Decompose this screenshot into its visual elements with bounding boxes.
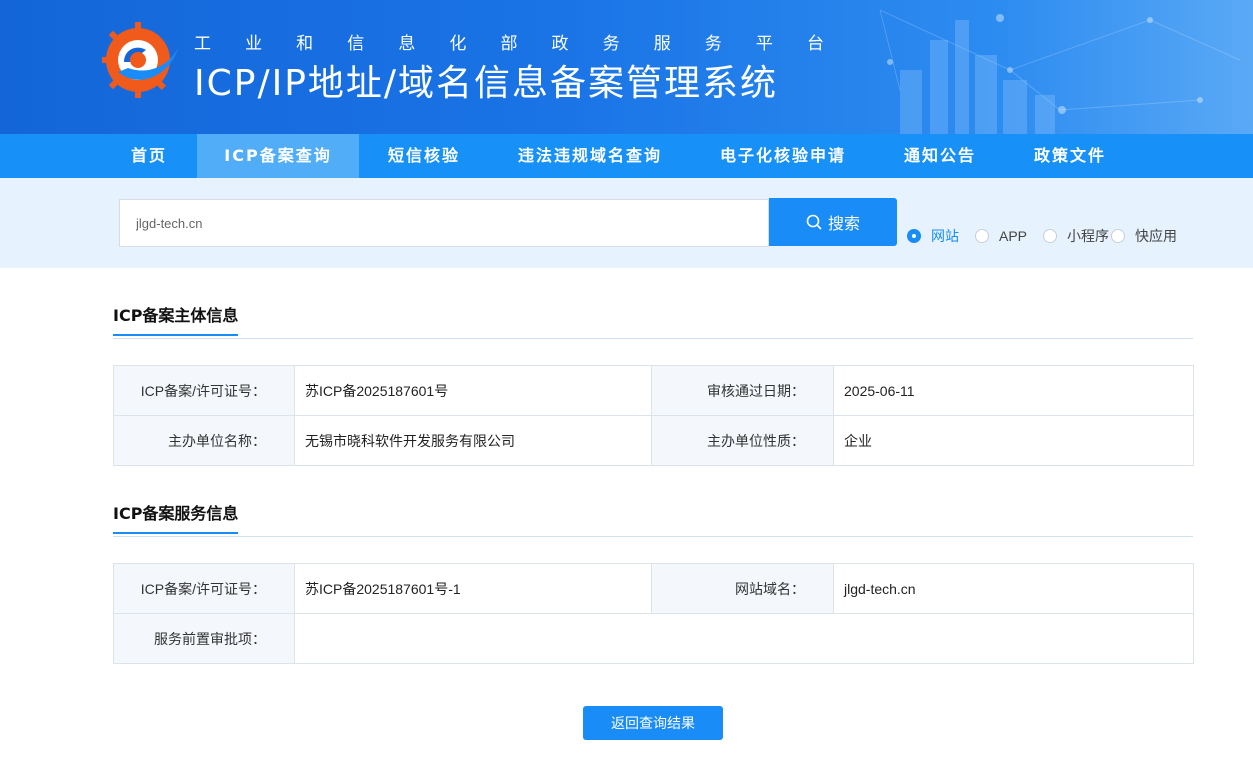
- nav-item-e-verify[interactable]: 电子化核验申请: [702, 134, 864, 178]
- pre-approval-label: 服务前置审批项：: [113, 613, 295, 664]
- table-row: ICP备案/许可证号： 苏ICP备2025187601号-1 网站域名： jlg…: [113, 563, 1194, 614]
- pre-approval-value: [294, 613, 1194, 664]
- subject-info-table: ICP备案/许可证号： 苏ICP备2025187601号 审核通过日期： 202…: [113, 365, 1194, 466]
- header-banner: 工 业 和 信 息 化 部 政 务 服 务 平 台 ICP/IP地址/域名信息备…: [0, 0, 1253, 134]
- nav-item-icp-query[interactable]: ICP备案查询: [197, 134, 359, 178]
- system-title: ICP/IP地址/域名信息备案管理系统: [194, 63, 779, 104]
- divider: [113, 536, 1193, 537]
- license-value: 苏ICP备2025187601号: [294, 365, 652, 416]
- back-to-results-button[interactable]: 返回查询结果: [583, 706, 723, 740]
- subject-info-title: ICP备案主体信息: [113, 302, 239, 336]
- service-info-title: ICP备案服务信息: [113, 500, 239, 534]
- license-label: ICP备案/许可证号：: [113, 365, 295, 416]
- divider: [113, 338, 1193, 339]
- table-row: 主办单位名称： 无锡市晓科软件开发服务有限公司 主办单位性质： 企业: [113, 415, 1194, 466]
- radio-website[interactable]: 网站: [907, 227, 959, 245]
- radio-dot-icon: [975, 229, 989, 243]
- organizer-type-value: 企业: [833, 415, 1194, 466]
- approval-date-value: 2025-06-11: [833, 365, 1194, 416]
- search-icon: [806, 214, 822, 230]
- nav-item-notices[interactable]: 通知公告: [886, 134, 994, 178]
- search-input[interactable]: [119, 199, 769, 247]
- radio-app[interactable]: APP: [975, 227, 1027, 245]
- nav-item-sms-verify[interactable]: 短信核验: [370, 134, 478, 178]
- organizer-name-label: 主办单位名称：: [113, 415, 295, 466]
- organizer-type-label: 主办单位性质：: [651, 415, 834, 466]
- website-domain-label: 网站域名：: [651, 563, 834, 614]
- platform-subtitle: 工 业 和 信 息 化 部 政 务 服 务 平 台: [194, 34, 824, 54]
- service-info-table: ICP备案/许可证号： 苏ICP备2025187601号-1 网站域名： jlg…: [113, 563, 1194, 664]
- nav-item-home[interactable]: 首页: [113, 134, 185, 178]
- nav-item-policies[interactable]: 政策文件: [1016, 134, 1124, 178]
- radio-dot-icon: [1043, 229, 1057, 243]
- approval-date-label: 审核通过日期：: [651, 365, 834, 416]
- table-row: 服务前置审批项：: [113, 613, 1194, 664]
- organizer-name-value: 无锡市晓科软件开发服务有限公司: [294, 415, 652, 466]
- main-nav: 首页 ICP备案查询 短信核验 违法违规域名查询 电子化核验申请 通知公告 政策…: [0, 134, 1253, 178]
- service-license-label: ICP备案/许可证号：: [113, 563, 295, 614]
- service-license-value: 苏ICP备2025187601号-1: [294, 563, 652, 614]
- search-button-label: 搜索: [827, 214, 860, 233]
- miit-logo-icon: [102, 22, 178, 98]
- search-button[interactable]: 搜索: [769, 198, 897, 246]
- radio-mini-program[interactable]: 小程序: [1043, 227, 1109, 245]
- search-bar: 搜索 网站 APP 小程序 快应用: [0, 178, 1253, 268]
- radio-dot-icon: [1111, 229, 1125, 243]
- table-row: ICP备案/许可证号： 苏ICP备2025187601号 审核通过日期： 202…: [113, 365, 1194, 416]
- website-domain-value: jlgd-tech.cn: [833, 563, 1194, 614]
- nav-item-illegal-domain[interactable]: 违法违规域名查询: [500, 134, 680, 178]
- radio-quick-app[interactable]: 快应用: [1111, 227, 1177, 245]
- radio-dot-icon: [907, 229, 921, 243]
